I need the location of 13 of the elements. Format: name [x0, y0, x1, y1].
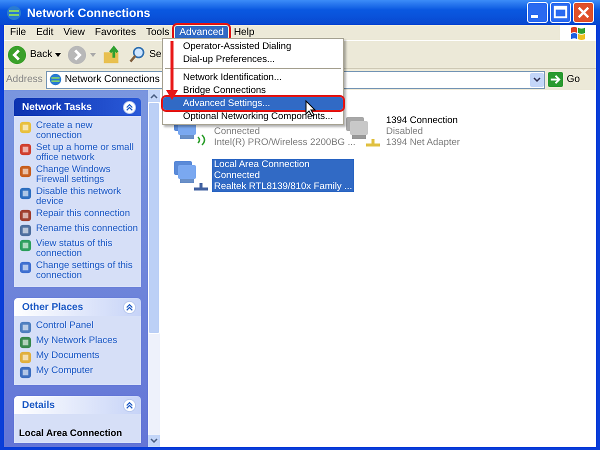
panel-title: Details	[22, 400, 55, 410]
connection-status: Connected	[213, 126, 261, 137]
connection-device: Intel(R) PRO/Wireless 2200BG ...	[213, 137, 356, 148]
connection-device: 1394 Net Adapter	[385, 137, 461, 148]
window-title: Network Connections	[27, 6, 152, 20]
panel-title: Other Places	[22, 302, 84, 312]
panel-title: Network Tasks	[22, 102, 92, 112]
address-label: Address	[6, 74, 43, 85]
connection-device: Realtek RTL8139/810x Family ...	[212, 181, 354, 192]
address-text: Network Connections	[64, 74, 160, 85]
connection-status: Disabled	[385, 126, 424, 137]
details-heading: Local Area Connection	[19, 428, 124, 439]
connection-status: Connected	[212, 170, 354, 181]
